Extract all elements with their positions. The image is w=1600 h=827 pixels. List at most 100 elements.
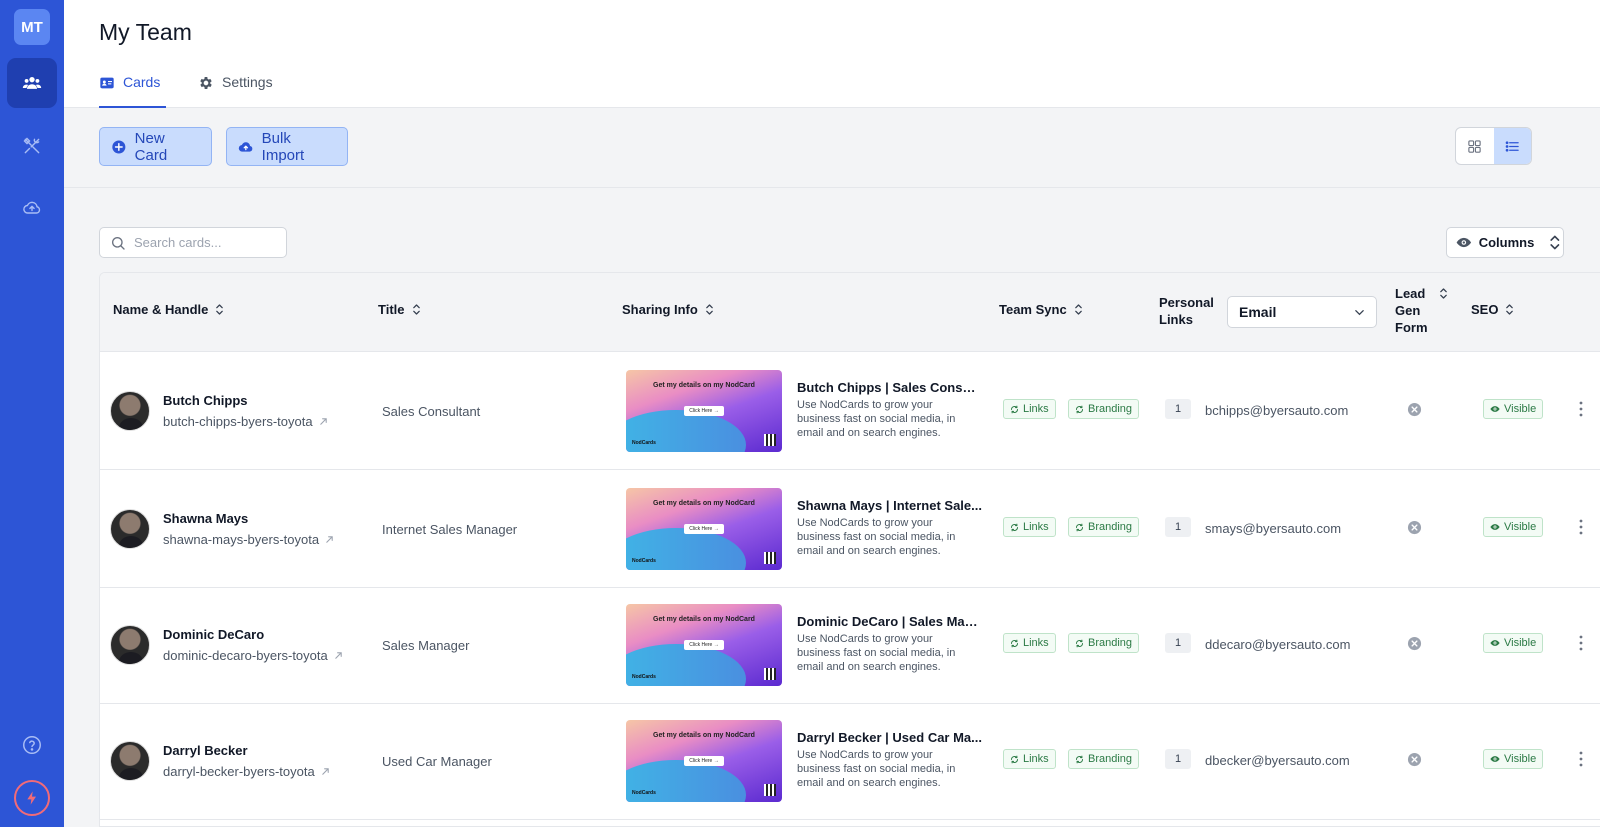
thumbnail-brand: NodCards: [632, 558, 656, 564]
personal-links-count: 1: [1165, 633, 1191, 653]
member-handle-link[interactable]: dominic-decaro-byers-toyota: [163, 648, 343, 663]
external-link-icon: [321, 768, 329, 775]
table-row[interactable]: Butch Chipps butch-chipps-byers-toyota S…: [100, 352, 1600, 470]
columns-button[interactable]: Columns: [1446, 227, 1564, 258]
eye-icon: [1490, 524, 1500, 530]
seo-visible-badge[interactable]: Visible: [1483, 633, 1544, 653]
external-link-icon: [326, 536, 333, 543]
col-sharing-header[interactable]: Sharing Info: [622, 302, 714, 317]
thumbnail-headline: Get my details on my NodCard: [653, 616, 755, 623]
col-team-sync-header[interactable]: Team Sync: [999, 302, 1083, 317]
lead-gen-disabled-icon[interactable]: [1407, 636, 1422, 651]
sort-icon: [1506, 304, 1514, 315]
col-personal-links-label-1: Personal: [1159, 295, 1214, 310]
row-menu-icon[interactable]: [1576, 750, 1586, 768]
eye-icon: [1490, 640, 1500, 646]
member-handle-link[interactable]: darryl-becker-byers-toyota: [163, 764, 330, 779]
col-seo-header[interactable]: SEO: [1471, 302, 1514, 317]
col-team-sync-label: Team Sync: [999, 302, 1067, 317]
sidebar: MT: [0, 0, 64, 827]
qr-code-icon: [764, 552, 776, 564]
branding-sync-badge[interactable]: Branding: [1068, 399, 1140, 419]
col-name-label: Name & Handle: [113, 302, 209, 317]
page-title: My Team: [99, 19, 192, 45]
branding-badge-label: Branding: [1088, 637, 1133, 649]
seo-visible-badge[interactable]: Visible: [1483, 399, 1544, 419]
tab-settings-label: Settings: [222, 74, 273, 90]
links-badge-label: Links: [1023, 521, 1049, 533]
member-handle: dominic-decaro-byers-toyota: [163, 648, 328, 663]
row-menu-icon[interactable]: [1576, 518, 1586, 536]
eye-icon: [1456, 237, 1472, 248]
lead-gen-disabled-icon[interactable]: [1407, 520, 1422, 535]
workspace-logo[interactable]: MT: [14, 9, 50, 45]
tab-cards[interactable]: Cards: [99, 74, 166, 108]
avatar: [110, 625, 150, 665]
sidebar-item-tools[interactable]: [7, 121, 57, 171]
cards-table: Name & Handle Title Sharing Info Team Sy…: [99, 272, 1600, 827]
links-sync-badge[interactable]: Links: [1003, 517, 1056, 537]
links-badge-label: Links: [1023, 637, 1049, 649]
columns-label: Columns: [1478, 235, 1535, 250]
branding-sync-badge[interactable]: Branding: [1068, 633, 1140, 653]
share-title: Dominic DeCaro | Sales Man...: [797, 614, 982, 629]
sync-icon: [1076, 755, 1083, 763]
member-name[interactable]: Dominic DeCaro: [163, 627, 264, 642]
table-row[interactable]: Dominic DeCaro dominic-decaro-byers-toyo…: [100, 586, 1600, 704]
search-input[interactable]: [134, 235, 274, 250]
users-icon: [22, 77, 42, 89]
col-lead-gen-header[interactable]: Lead Gen Form: [1395, 285, 1448, 336]
member-handle-link[interactable]: shawna-mays-byers-toyota: [163, 532, 334, 547]
col-sharing-label: Sharing Info: [622, 302, 698, 317]
member-name[interactable]: Darryl Becker: [163, 743, 248, 758]
links-sync-badge[interactable]: Links: [1003, 749, 1056, 769]
lead-gen-disabled-icon[interactable]: [1407, 402, 1422, 417]
list-view-button[interactable]: [1493, 128, 1531, 164]
share-card-thumbnail[interactable]: Get my details on my NodCard Click Here …: [626, 488, 782, 570]
branding-sync-badge[interactable]: Branding: [1068, 749, 1140, 769]
chevron-down-icon: [1355, 309, 1364, 315]
sync-icon: [1076, 523, 1083, 531]
sidebar-item-upload[interactable]: [7, 183, 57, 233]
tab-settings[interactable]: Settings: [198, 74, 273, 108]
share-card-thumbnail[interactable]: Get my details on my NodCard Click Here …: [626, 604, 782, 686]
seo-visible-badge[interactable]: Visible: [1483, 749, 1544, 769]
share-card-thumbnail[interactable]: Get my details on my NodCard Click Here …: [626, 720, 782, 802]
qr-code-icon: [764, 434, 776, 446]
sort-icon: [706, 304, 713, 315]
table-row[interactable]: Darryl Becker darryl-becker-byers-toyota…: [100, 702, 1600, 820]
seo-visible-badge[interactable]: Visible: [1483, 517, 1544, 537]
personal-links-select[interactable]: Email: [1227, 296, 1377, 328]
col-lead-gen-label-1: Lead: [1395, 286, 1426, 301]
external-link-icon: [319, 418, 327, 425]
member-handle-link[interactable]: butch-chipps-byers-toyota: [163, 414, 328, 429]
cloud-upload-icon: [238, 141, 253, 152]
thumbnail-brand: NodCards: [632, 790, 656, 796]
lead-gen-disabled-icon[interactable]: [1407, 752, 1422, 767]
thumbnail-brand: NodCards: [632, 440, 656, 446]
col-title-label: Title: [378, 302, 405, 317]
sync-icon: [1011, 405, 1018, 413]
table-row[interactable]: Shawna Mays shawna-mays-byers-toyota Int…: [100, 470, 1600, 588]
links-sync-badge[interactable]: Links: [1003, 399, 1056, 419]
sort-icon: [1440, 288, 1448, 299]
help-icon[interactable]: [21, 734, 43, 756]
share-title: Butch Chipps | Sales Consult...: [797, 380, 982, 395]
share-title: Darryl Becker | Used Car Ma...: [797, 730, 982, 745]
branding-sync-badge[interactable]: Branding: [1068, 517, 1140, 537]
bolt-button[interactable]: [14, 780, 50, 816]
row-menu-icon[interactable]: [1576, 400, 1586, 418]
col-name-header[interactable]: Name & Handle: [113, 302, 224, 317]
member-name[interactable]: Shawna Mays: [163, 511, 248, 526]
bulk-import-button[interactable]: Bulk Import: [226, 127, 348, 166]
toolbar: New Card Bulk Import: [64, 108, 1600, 188]
new-card-button[interactable]: New Card: [99, 127, 212, 166]
col-title-header[interactable]: Title: [378, 302, 421, 317]
links-sync-badge[interactable]: Links: [1003, 633, 1056, 653]
share-card-thumbnail[interactable]: Get my details on my NodCard Click Here …: [626, 370, 782, 452]
member-name[interactable]: Butch Chipps: [163, 393, 248, 408]
sidebar-item-team[interactable]: [7, 58, 57, 108]
sort-icon: [216, 304, 224, 315]
row-menu-icon[interactable]: [1576, 634, 1586, 652]
grid-view-button[interactable]: [1456, 128, 1494, 164]
